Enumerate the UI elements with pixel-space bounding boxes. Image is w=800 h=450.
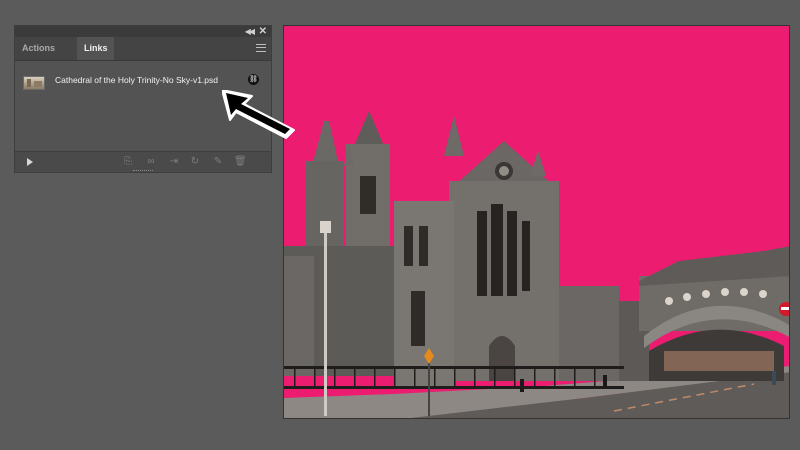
relink-icon[interactable]: ∞ bbox=[145, 156, 157, 167]
collapse-panel-icon[interactable]: ◀◀ bbox=[245, 26, 255, 37]
go-to-link-icon[interactable]: ⇥ bbox=[168, 156, 180, 167]
link-chain-icon: ⛓ bbox=[248, 74, 259, 85]
pointer-arrow-icon bbox=[222, 90, 295, 139]
relink-from-cc-libraries-icon[interactable]: ⎘ bbox=[122, 156, 134, 167]
tab-actions[interactable]: Actions bbox=[15, 37, 62, 60]
document-canvas-image[interactable] bbox=[283, 25, 790, 419]
panel-footer-toolbar: ⎘ ∞ ⇥ ↻ ✎ 🗑 bbox=[15, 151, 271, 172]
panel-menu-icon[interactable] bbox=[256, 44, 266, 52]
panel-resize-grip[interactable] bbox=[133, 170, 153, 174]
delete-icon[interactable]: 🗑 bbox=[234, 156, 247, 167]
tab-links[interactable]: Links bbox=[77, 37, 114, 60]
cathedral-photo bbox=[284, 26, 789, 418]
link-thumbnail bbox=[23, 76, 45, 90]
show-link-info-icon[interactable] bbox=[27, 158, 33, 166]
edit-original-icon[interactable]: ✎ bbox=[212, 156, 224, 167]
close-icon[interactable]: ✕ bbox=[259, 26, 267, 37]
update-link-icon[interactable]: ↻ bbox=[189, 156, 201, 167]
panel-title-bar[interactable]: ◀◀ ✕ bbox=[15, 26, 271, 37]
link-file-name: Cathedral of the Holy Trinity-No Sky-v1.… bbox=[55, 75, 218, 85]
panel-tab-bar: Actions Links bbox=[15, 37, 271, 61]
